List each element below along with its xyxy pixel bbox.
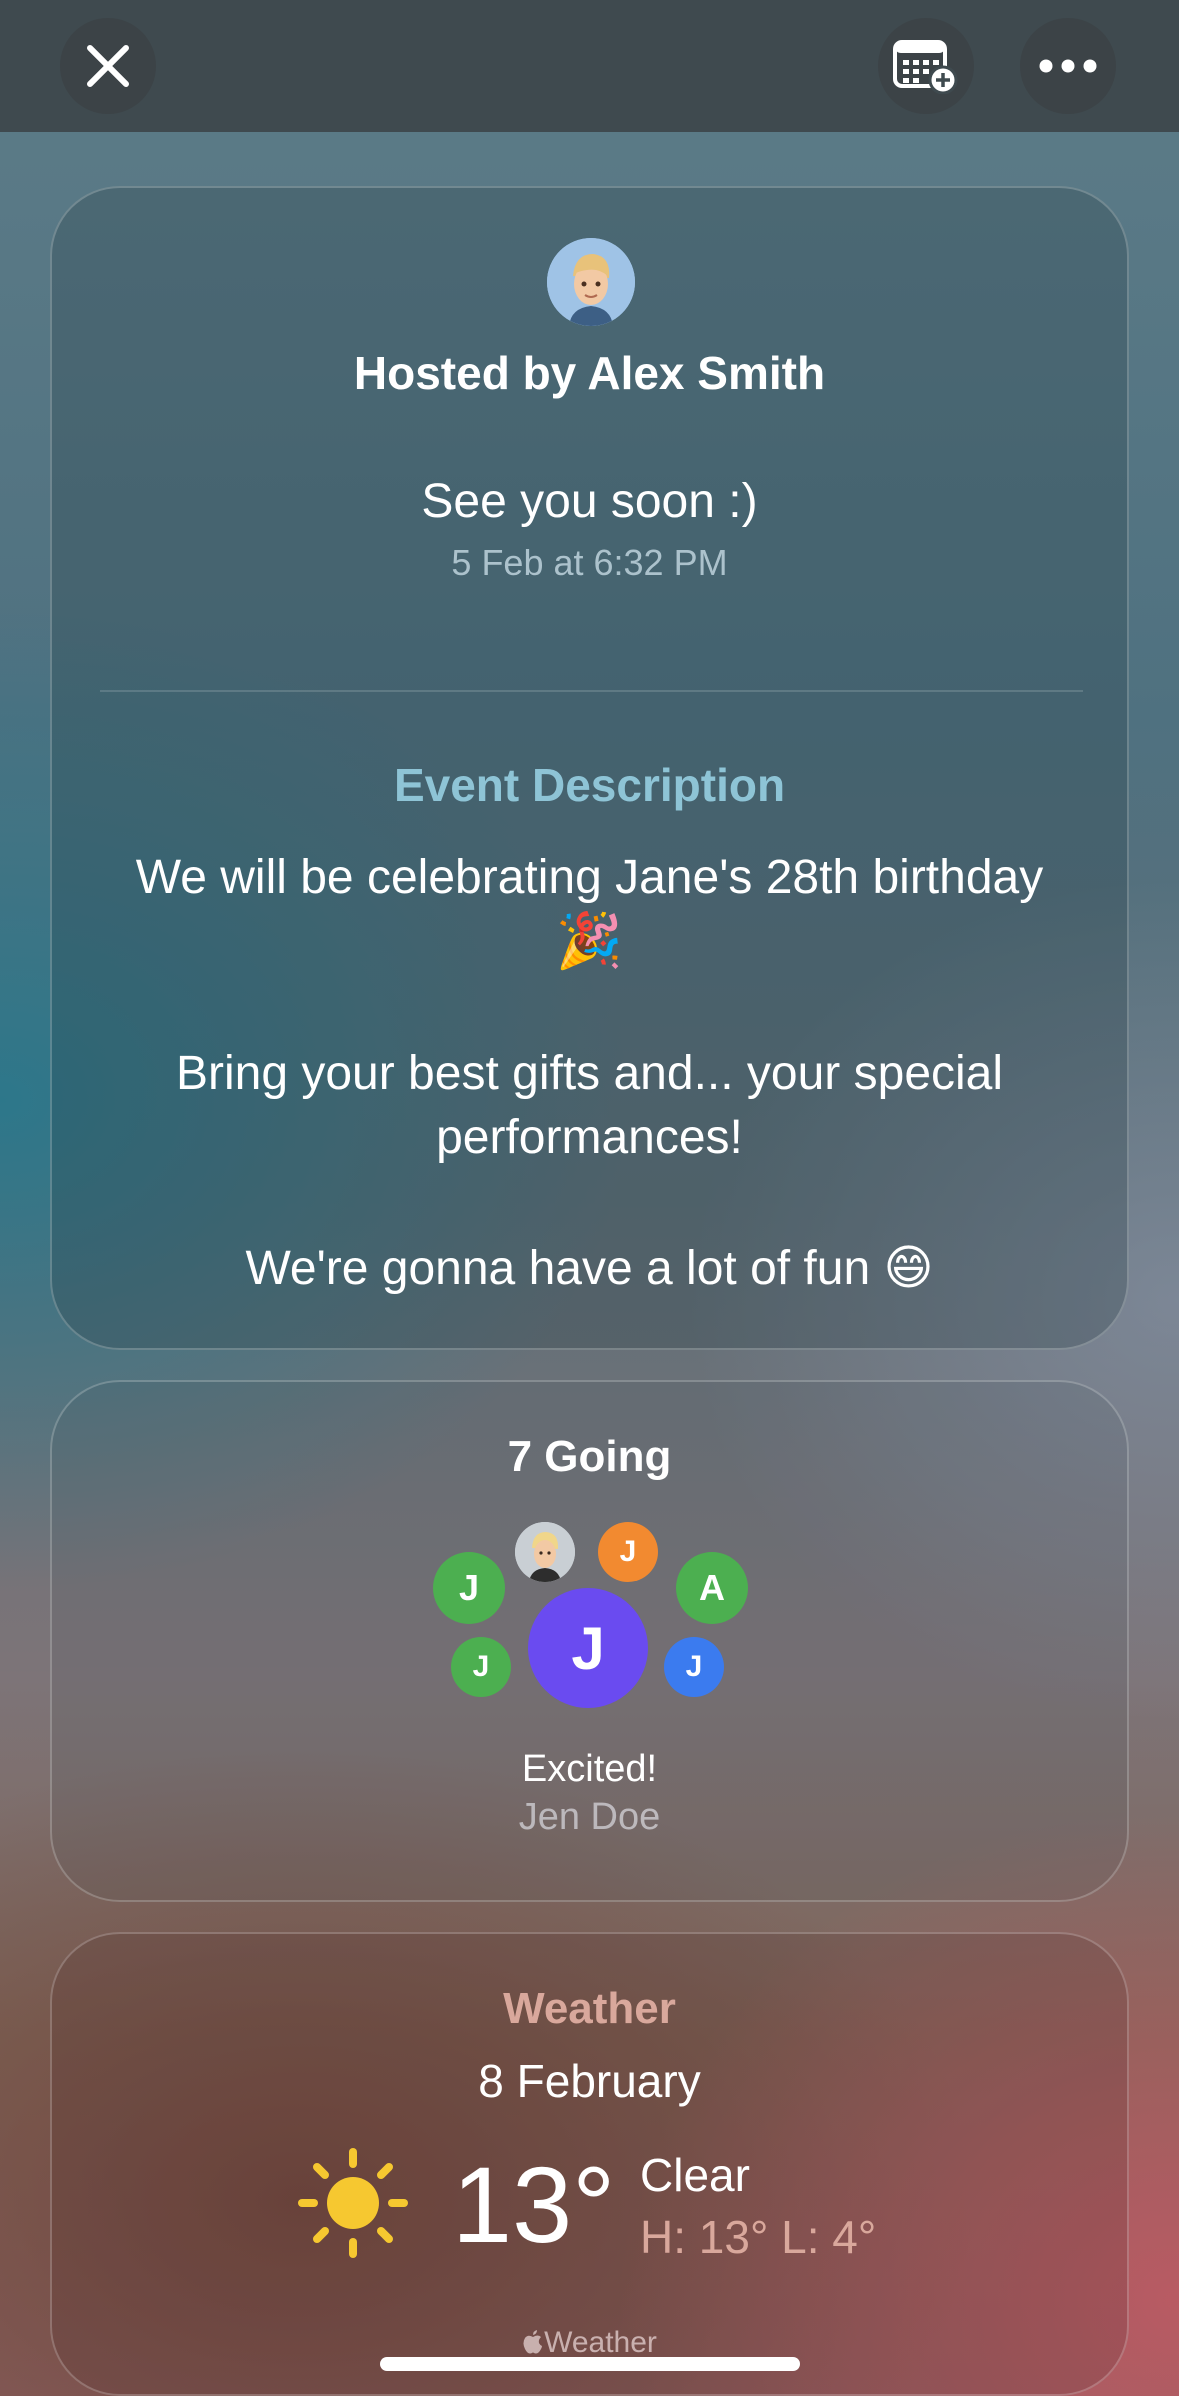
event-description-line: performances! xyxy=(436,1111,743,1164)
memoji-avatar-icon xyxy=(515,1522,575,1582)
host-avatar[interactable] xyxy=(547,238,635,326)
high-low-temperature: H: 13° L: 4° xyxy=(640,2211,877,2263)
selected-attendee-avatar[interactable]: J xyxy=(528,1588,648,1708)
more-icon xyxy=(1039,59,1097,73)
top-bar xyxy=(0,0,1179,132)
message-timestamp: 5 Feb at 6:32 PM xyxy=(451,542,728,583)
weather-date: 8 February xyxy=(478,2055,701,2107)
weather-title: Weather xyxy=(503,1984,676,2033)
apple-icon xyxy=(523,2330,543,2354)
attendee-avatar[interactable]: J xyxy=(598,1522,658,1582)
weather-condition: Clear xyxy=(640,2149,750,2201)
divider xyxy=(100,690,1083,692)
event-message: See you soon :) xyxy=(421,475,758,528)
event-description-title: Event Description xyxy=(393,759,786,811)
going-card[interactable]: 7 Going J J A J J J Excited! Jen Doe xyxy=(50,1380,1129,1902)
add-to-calendar-button[interactable] xyxy=(878,18,974,114)
close-button[interactable] xyxy=(60,18,156,114)
weather-card[interactable]: Weather 8 February 13° Clear H: 13° L: 4… xyxy=(50,1932,1129,2396)
host-name: Hosted by Alex Smith xyxy=(353,347,826,399)
event-description-line: We will be celebrating Jane's 28th birth… xyxy=(135,851,1044,904)
temperature: 13° xyxy=(452,2144,616,2265)
event-card: Hosted by Alex Smith See you soon :) 5 F… xyxy=(50,186,1129,1350)
more-options-button[interactable] xyxy=(1020,18,1116,114)
close-icon xyxy=(87,45,129,87)
attendee-avatar[interactable]: J xyxy=(664,1637,724,1697)
weather-attribution: Weather xyxy=(52,2326,1127,2360)
memoji-avatar-icon xyxy=(547,238,635,326)
attendee-status: Excited! xyxy=(521,1748,658,1790)
home-indicator[interactable] xyxy=(380,2357,800,2371)
attendee-avatar[interactable] xyxy=(515,1522,575,1582)
event-description-line: Bring your best gifts and... your specia… xyxy=(175,1047,1004,1100)
calendar-add-icon xyxy=(893,40,958,94)
attendee-avatar[interactable]: J xyxy=(451,1637,511,1697)
event-description-line: We're gonna have a lot of fun 😄 xyxy=(245,1242,934,1295)
attendee-avatar[interactable]: A xyxy=(676,1552,748,1624)
party-popper-emoji: 🎉 xyxy=(555,911,624,971)
attendee-name: Jen Doe xyxy=(518,1796,661,1838)
sun-icon xyxy=(298,2148,408,2258)
attendee-avatar[interactable]: J xyxy=(433,1552,505,1624)
going-count: 7 Going xyxy=(507,1432,672,1481)
